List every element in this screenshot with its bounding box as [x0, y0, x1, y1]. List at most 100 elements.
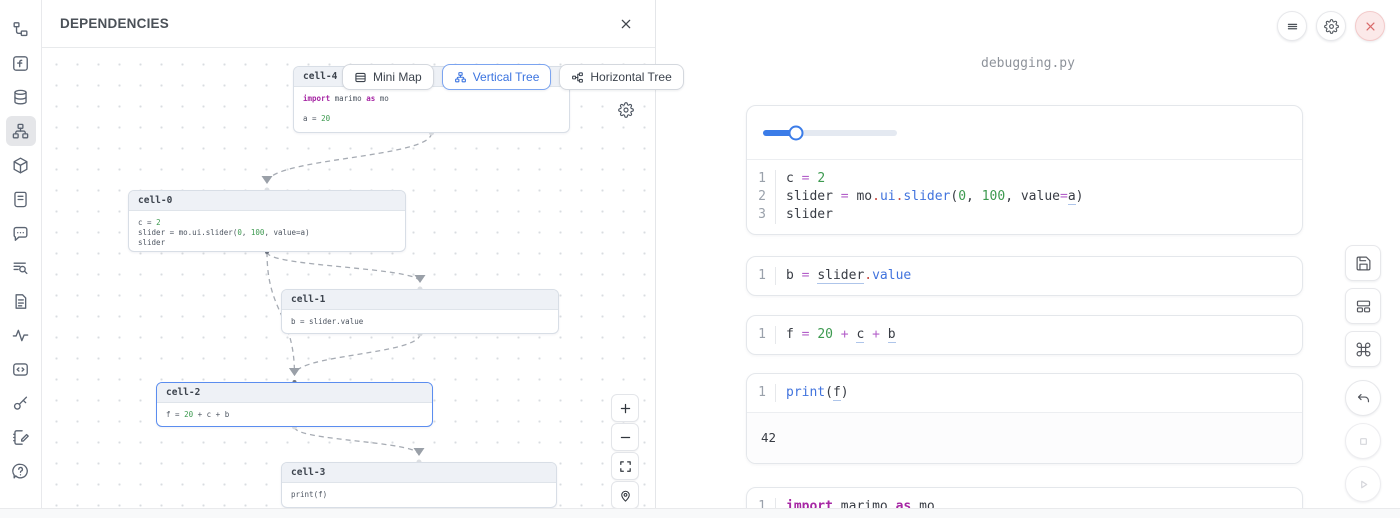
command-button[interactable] — [1345, 331, 1381, 367]
fit-view-button[interactable] — [611, 452, 639, 480]
view-button-label: Horizontal Tree — [590, 70, 671, 84]
code-editor[interactable]: 1f = 20 + c + b — [747, 316, 1302, 354]
horizontal-tree-icon — [571, 71, 584, 84]
close-icon — [615, 16, 637, 32]
sidebar-item-functions[interactable] — [6, 48, 36, 78]
close-icon — [1363, 19, 1378, 34]
zoom-out-button[interactable] — [611, 423, 639, 451]
line-number: 1 — [747, 326, 775, 344]
play-icon — [1355, 476, 1372, 493]
snippets-icon — [11, 360, 30, 379]
mini-map-button[interactable]: Mini Map — [342, 64, 434, 90]
menu-icon — [1285, 19, 1300, 34]
functions-icon — [11, 54, 30, 73]
f-cell: 1f = 20 + c + b — [746, 315, 1303, 355]
line-number: 2 — [747, 188, 775, 206]
undo-icon — [1355, 390, 1372, 407]
play-button[interactable] — [1345, 466, 1381, 502]
minimap-icon — [354, 71, 367, 84]
dependencies-icon — [11, 122, 30, 141]
command-icon — [1355, 341, 1372, 358]
vertical-tree-icon — [454, 71, 467, 84]
sidebar-item-scratchpad[interactable] — [6, 422, 36, 452]
notebook-top-actions — [1277, 11, 1385, 41]
notebook-action-rail — [1345, 245, 1381, 502]
graph-view-toggle: Mini Map Vertical Tree Horizontal Tree — [342, 64, 684, 90]
b-cell: 1b = slider.value — [746, 256, 1303, 296]
code-line: 1print(f) — [747, 384, 1302, 402]
stop-button[interactable] — [1345, 423, 1381, 459]
layout-icon — [1355, 298, 1372, 315]
scratchpad-icon — [11, 428, 30, 447]
graph-node-code: f = 20 + c + b — [157, 403, 432, 427]
zoom-out-icon — [618, 430, 633, 445]
line-number: 3 — [747, 206, 775, 224]
panel-title: DEPENDENCIES — [60, 16, 169, 31]
sidebar-item-outline-search[interactable] — [6, 252, 36, 282]
sidebar-item-snippets[interactable] — [6, 354, 36, 384]
graph-node-code: print(f) — [282, 483, 556, 507]
code-line: 1b = slider.value — [747, 267, 1302, 285]
close-button[interactable] — [1355, 11, 1385, 41]
undo-button[interactable] — [1345, 380, 1381, 416]
sidebar-item-datasources[interactable] — [6, 82, 36, 112]
sidebar-item-chat[interactable] — [6, 218, 36, 248]
locate-pin-button[interactable] — [611, 481, 639, 509]
line-number: 1 — [747, 267, 775, 285]
status-footer — [0, 508, 1400, 518]
notebook-area: debugging.py 1c = 22slider = mo.ui.slide… — [656, 0, 1400, 518]
graph-node-code: c = 2slider = mo.ui.slider(0, 100, value… — [129, 211, 405, 252]
code-line: 1c = 2 — [747, 170, 1302, 188]
fit-view-icon — [618, 459, 633, 474]
slider-track[interactable] — [763, 130, 897, 136]
dependencies-panel: DEPENDENCIES cell-4import marimo as moa … — [42, 0, 656, 518]
help-icon — [11, 462, 30, 481]
stop-icon — [1355, 433, 1372, 450]
file-tree-icon — [11, 20, 30, 39]
sidebar-item-file-tree[interactable] — [6, 14, 36, 44]
code-line: 1f = 20 + c + b — [747, 326, 1302, 344]
print-cell: 1print(f) 42 — [746, 373, 1303, 464]
sidebar-item-tracing[interactable] — [6, 320, 36, 350]
slider-cell: 1c = 22slider = mo.ui.slider(0, 100, val… — [746, 105, 1303, 235]
vertical-tree-button[interactable]: Vertical Tree — [442, 64, 552, 90]
zoom-in-icon — [618, 401, 633, 416]
sidebar-item-documentation[interactable] — [6, 286, 36, 316]
line-number: 1 — [747, 170, 775, 188]
save-button[interactable] — [1345, 245, 1381, 281]
sidebar-item-packages[interactable] — [6, 150, 36, 180]
sidebar-item-secrets-key[interactable] — [6, 388, 36, 418]
graph-node-cell-1[interactable]: cell-1b = slider.value — [281, 289, 559, 334]
code-line: 2slider = mo.ui.slider(0, 100, value=a) — [747, 188, 1302, 206]
code-editor[interactable]: 1b = slider.value — [747, 257, 1302, 295]
graph-node-cell-2[interactable]: cell-2f = 20 + c + b — [156, 382, 433, 427]
notebook-filename: debugging.py — [656, 56, 1400, 71]
close-panel-button[interactable] — [615, 13, 637, 35]
layout-button[interactable] — [1345, 288, 1381, 324]
sidebar-item-dependencies[interactable] — [6, 116, 36, 146]
graph-node-cell-3[interactable]: cell-3print(f) — [281, 462, 557, 508]
secrets-key-icon — [11, 394, 30, 413]
cell-output: 42 — [747, 412, 1302, 463]
graph-settings-button[interactable] — [618, 102, 634, 118]
slider-thumb[interactable] — [789, 125, 804, 140]
dependency-graph-canvas[interactable]: cell-4import marimo as moa = 20cell-0c =… — [42, 48, 655, 518]
documentation-icon — [11, 292, 30, 311]
view-button-label: Vertical Tree — [473, 70, 540, 84]
menu-button[interactable] — [1277, 11, 1307, 41]
locate-pin-icon — [618, 488, 633, 503]
helper-panel-sidebar — [0, 0, 42, 518]
outline-search-icon — [11, 258, 30, 277]
sidebar-item-help[interactable] — [6, 456, 36, 486]
gear-icon — [1324, 19, 1339, 34]
sidebar-item-logs[interactable] — [6, 184, 36, 214]
gear-button[interactable] — [1316, 11, 1346, 41]
graph-node-cell-0[interactable]: cell-0c = 2slider = mo.ui.slider(0, 100,… — [128, 190, 406, 252]
horizontal-tree-button[interactable]: Horizontal Tree — [559, 64, 683, 90]
logs-icon — [11, 190, 30, 209]
code-editor[interactable]: 1c = 22slider = mo.ui.slider(0, 100, val… — [747, 160, 1302, 234]
code-editor[interactable]: 1print(f) — [747, 374, 1302, 412]
zoom-in-button[interactable] — [611, 394, 639, 422]
cell-list: 1c = 22slider = mo.ui.slider(0, 100, val… — [746, 105, 1303, 518]
graph-node-title: cell-2 — [157, 383, 432, 403]
